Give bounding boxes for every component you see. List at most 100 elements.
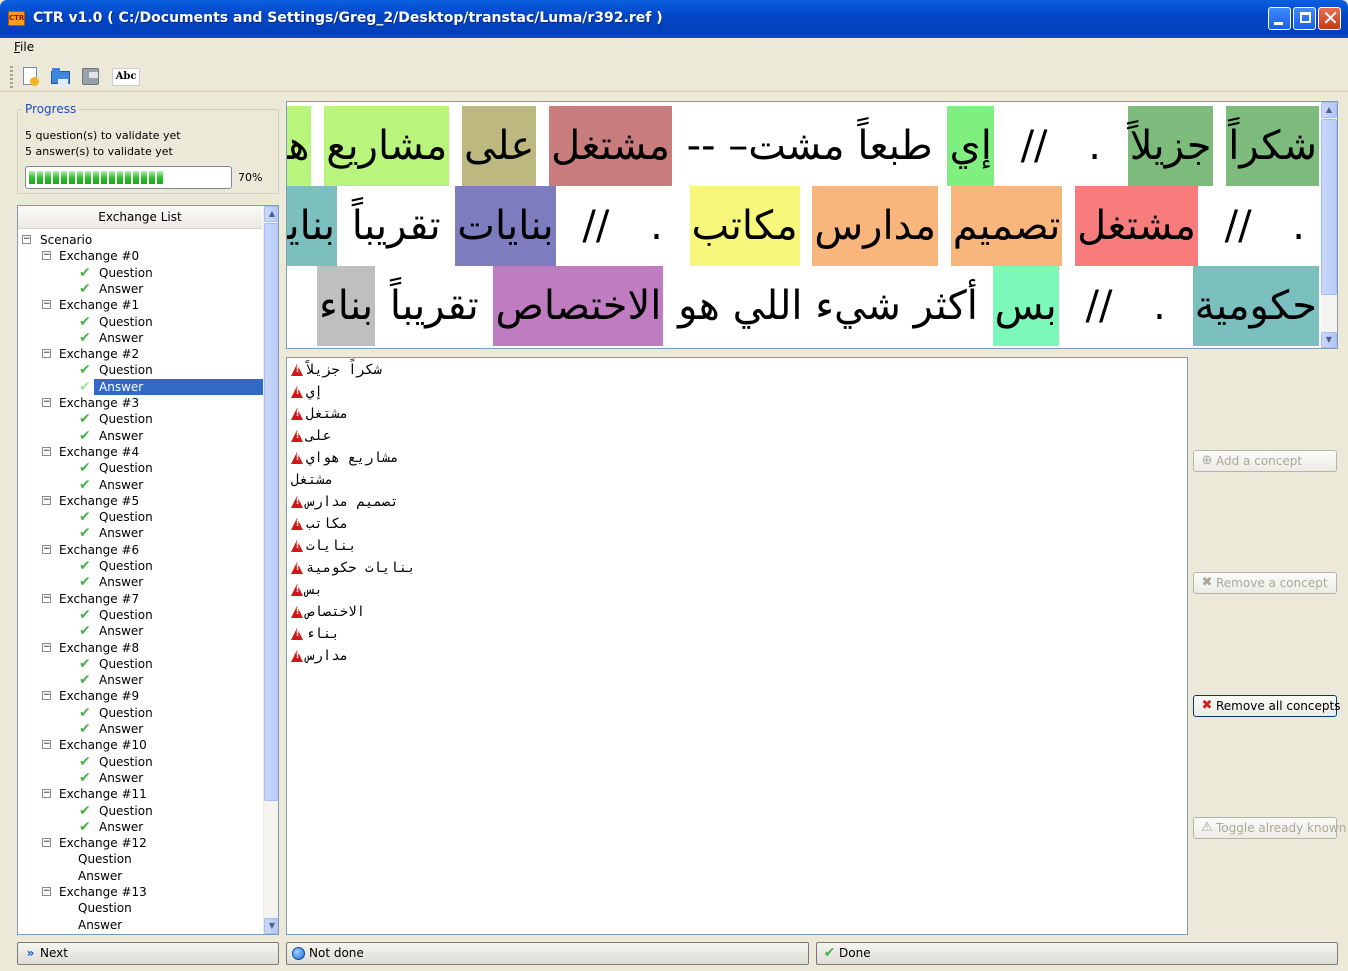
tree-exchange[interactable]: − Exchange #6: [18, 542, 262, 558]
tree-exchange[interactable]: − Exchange #3: [18, 395, 262, 411]
concept-item[interactable]: بس: [291, 579, 323, 601]
tree-exchange[interactable]: − Exchange #5: [18, 493, 262, 509]
tree-exchange[interactable]: − Exchange #1: [18, 297, 262, 313]
concept-item[interactable]: مشتغل: [291, 403, 348, 425]
tree-answer[interactable]: Answer: [18, 868, 262, 884]
concept-item[interactable]: بنايات حكومية: [291, 557, 416, 579]
save-disk-icon[interactable]: [80, 66, 102, 88]
tree-exchange[interactable]: − Exchange #4: [18, 444, 262, 460]
tree-exchange[interactable]: − Exchange #13: [18, 884, 262, 900]
collapse-icon[interactable]: −: [42, 398, 51, 407]
highlighted-word[interactable]: هواي: [287, 106, 312, 186]
done-button[interactable]: ✔ Done: [816, 942, 1338, 965]
tree-exchange[interactable]: − Exchange #10: [18, 737, 262, 753]
concept-item[interactable]: إي: [291, 381, 323, 403]
highlighted-word[interactable]: بنايات: [455, 186, 556, 266]
highlighted-word[interactable]: الاختصاص: [493, 266, 664, 346]
tree-answer[interactable]: ✔ Answer: [18, 574, 262, 590]
collapse-icon[interactable]: −: [42, 789, 51, 799]
tree-exchange[interactable]: − Exchange #0: [18, 248, 262, 264]
tree-answer[interactable]: ✔ Answer: [18, 428, 262, 444]
scroll-down-icon[interactable]: ▼: [264, 918, 278, 934]
concept-item[interactable]: مكاتب: [291, 513, 348, 535]
tree-exchange[interactable]: − Exchange #9: [18, 688, 262, 704]
collapse-icon[interactable]: −: [42, 740, 51, 750]
tree-question[interactable]: ✔ Question: [18, 754, 262, 770]
tree-answer[interactable]: ✔ Answer: [18, 721, 262, 737]
concept-item[interactable]: بناء: [291, 623, 340, 645]
concept-item[interactable]: بنايات: [291, 535, 357, 557]
tree-answer[interactable]: ✔ Answer: [18, 378, 264, 395]
close-button[interactable]: ✕: [1318, 7, 1341, 30]
highlighted-word[interactable]: جزيلاً: [1127, 106, 1214, 186]
tree-question[interactable]: ✔ Question: [18, 705, 262, 721]
tree-exchange[interactable]: − Exchange #12: [18, 835, 262, 851]
tree-question[interactable]: ✔ Question: [18, 509, 262, 525]
collapse-icon[interactable]: −: [42, 446, 51, 456]
tree-answer[interactable]: ✔ Answer: [18, 525, 262, 541]
tree-answer[interactable]: ✔ Answer: [18, 623, 262, 639]
highlighted-word[interactable]: بناء: [316, 266, 376, 346]
toolbar-grip[interactable]: [10, 66, 13, 88]
tree-question[interactable]: ✔ Question: [18, 558, 262, 574]
collapse-icon[interactable]: −: [42, 495, 51, 505]
restore-button[interactable]: [1293, 7, 1316, 30]
sentence-scrollbar[interactable]: ▲ ▼: [1321, 102, 1337, 348]
concept-item[interactable]: مشاريع هواي: [291, 447, 399, 469]
minimize-button[interactable]: [1268, 7, 1291, 30]
scroll-down-icon[interactable]: ▼: [1321, 332, 1337, 348]
concept-item[interactable]: مشتغل: [291, 469, 333, 491]
open-folder-icon[interactable]: [50, 66, 72, 88]
exchange-list-header[interactable]: Exchange List: [18, 206, 262, 229]
highlighted-word[interactable]: تصميم: [950, 186, 1063, 266]
next-button[interactable]: » Next: [17, 942, 279, 965]
add-concept-button[interactable]: ⊕ Add a concept: [1193, 450, 1337, 472]
remove-concept-button[interactable]: ✖ Remove a concept: [1193, 572, 1337, 594]
highlighted-word[interactable]: مشاريع: [324, 106, 450, 186]
tree-question[interactable]: Question: [18, 900, 262, 916]
concept-item[interactable]: الاختصاص: [291, 601, 365, 623]
highlighted-word[interactable]: مشتغل: [549, 106, 672, 186]
concept-item[interactable]: تصميم مدارس: [291, 491, 399, 513]
tree-question[interactable]: ✔ Question: [18, 460, 262, 476]
collapse-icon[interactable]: −: [22, 235, 31, 244]
tree-exchange[interactable]: − Exchange #8: [18, 640, 262, 656]
scroll-thumb[interactable]: [264, 223, 278, 801]
tree-question[interactable]: ✔ Question: [18, 656, 262, 672]
highlighted-word[interactable]: بنايات: [287, 186, 338, 266]
tree-answer[interactable]: ✔ Answer: [18, 477, 262, 493]
exchange-list-scrollbar[interactable]: ▲ ▼: [263, 206, 278, 934]
scroll-thumb[interactable]: [1321, 119, 1337, 295]
tree-question[interactable]: ✔ Question: [18, 411, 262, 427]
highlighted-word[interactable]: حكومية: [1192, 266, 1319, 346]
concept-item[interactable]: مدارس: [291, 645, 348, 667]
tree-question[interactable]: ✔ Question: [18, 362, 262, 378]
highlighted-word[interactable]: شكراً: [1226, 106, 1319, 186]
collapse-icon[interactable]: −: [42, 642, 51, 652]
new-document-icon[interactable]: [20, 66, 42, 88]
tree-answer[interactable]: ✔ Answer: [18, 770, 262, 786]
collapse-icon[interactable]: −: [42, 349, 51, 359]
tree-answer[interactable]: ✔ Answer: [18, 819, 262, 835]
highlighted-word[interactable]: على: [461, 106, 537, 186]
toggle-already-known-button[interactable]: ⚠ Toggle already known: [1193, 817, 1346, 839]
collapse-icon[interactable]: −: [42, 691, 51, 701]
collapse-icon[interactable]: −: [42, 251, 51, 261]
tree-exchange[interactable]: − Exchange #7: [18, 591, 262, 607]
window-title-bar[interactable]: CTR CTR v1.0 ( C:/Documents and Settings…: [0, 0, 1348, 38]
scroll-up-icon[interactable]: ▲: [1321, 102, 1337, 118]
concept-item[interactable]: على: [291, 425, 331, 447]
menu-file[interactable]: File: [14, 40, 34, 54]
highlighted-word[interactable]: مكاتب: [689, 186, 800, 266]
collapse-icon[interactable]: −: [42, 544, 51, 554]
concept-list[interactable]: شكراً جزيلاً إي مشتغل على مشاريع هواي مشتغل تص…: [286, 357, 1188, 935]
collapse-icon[interactable]: −: [42, 887, 51, 896]
tree-answer[interactable]: ✔ Answer: [18, 330, 262, 346]
tree-root[interactable]: − Scenario: [18, 232, 262, 248]
collapse-icon[interactable]: −: [42, 838, 51, 848]
not-done-button[interactable]: Not done: [286, 942, 809, 965]
remove-all-concepts-button[interactable]: ✖ Remove all concepts: [1193, 695, 1340, 717]
tree-question[interactable]: Question: [18, 851, 262, 867]
tree-exchange[interactable]: − Exchange #2: [18, 346, 262, 362]
tree-question[interactable]: ✔ Question: [18, 265, 262, 281]
